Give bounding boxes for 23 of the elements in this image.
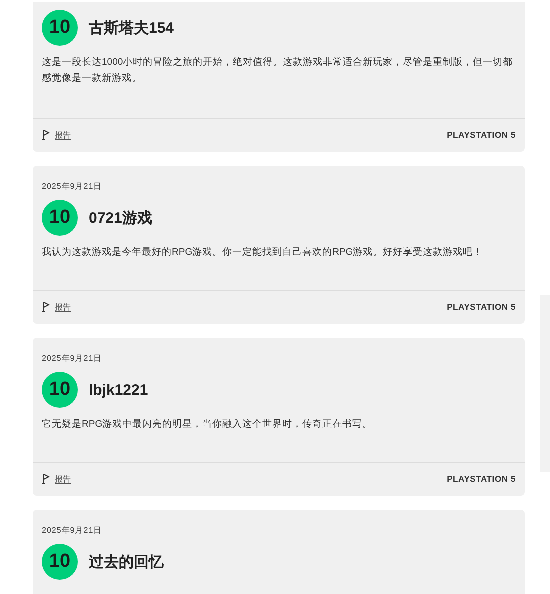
review-text: 我认为这款游戏是今年最好的RPG游戏。你一定能找到自己喜欢的RPG游戏。好好享受这款游戏吧！ [42,246,484,260]
author-name: 0721游戏 [89,208,152,228]
author-name: 古斯塔夫154 [89,18,174,38]
score-badge: 10 [42,544,78,580]
flag-icon[interactable] [42,473,50,485]
review-date: 2025年9月21日 [42,181,102,192]
score-badge: 10 [42,372,78,408]
report-link[interactable]: 报告 [55,130,71,140]
platform-label: PLAYSTATION 5 [447,474,516,484]
flag-icon[interactable] [42,301,50,313]
report-link[interactable]: 报告 [55,474,71,484]
review-text: 这是一段长达1000小时的冒险之旅的开始，绝对值得。这款游戏非常适合新玩家，尽管是重制版，但一切都感觉像是一款新游戏。 [42,56,514,86]
review-text: 它无疑是RPG游戏中最闪亮的明星，当你融入这个世界时，传奇正在书写。 [42,418,374,432]
author-name: lbjk1221 [89,382,148,398]
score-badge: 10 [42,10,78,46]
report-link[interactable]: 报告 [55,302,71,312]
flag-icon[interactable] [42,129,50,141]
platform-label: PLAYSTATION 5 [447,130,516,140]
score-badge: 10 [42,200,78,236]
review-date: 2025年9月21日 [42,353,102,364]
platform-label: PLAYSTATION 5 [447,302,516,312]
author-name: 过去的回忆 [89,552,164,572]
review-date: 2025年9月21日 [42,525,102,536]
